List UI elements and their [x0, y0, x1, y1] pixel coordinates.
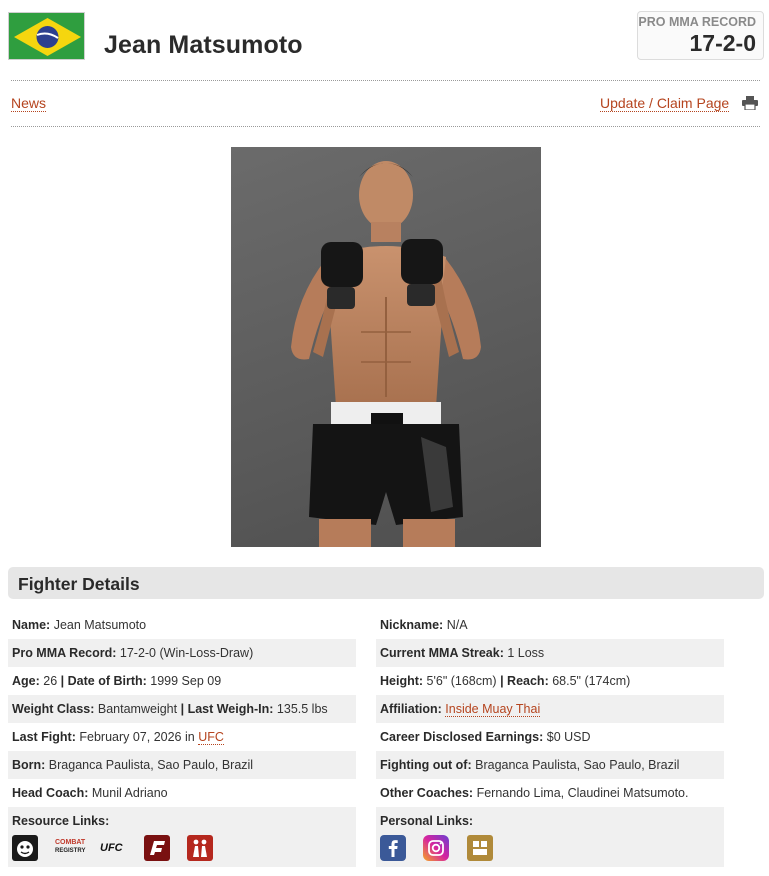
update-claim-link[interactable]: Update / Claim Page	[600, 95, 730, 112]
detail-weight: Weight Class: Bantamweight | Last Weigh-…	[8, 695, 356, 723]
resource-links-label: Resource Links:	[8, 807, 356, 831]
fightmatrix-icon[interactable]	[144, 835, 170, 861]
detail-age-dob: Age: 26 | Date of Birth: 1999 Sep 09	[12, 674, 222, 688]
fighter-name: Jean Matsumoto	[104, 31, 303, 59]
news-link[interactable]: News	[11, 95, 47, 112]
detail-last-fight: Last Fight: February 07, 2026 in UFC	[12, 730, 224, 745]
details-left-column: Name: Jean Matsumoto Pro MMA Record: 17-…	[8, 611, 356, 867]
combat-registry-icon[interactable]: COMBAT REGISTRY	[55, 835, 85, 861]
divider-top	[11, 80, 760, 81]
detail-affiliation: Affiliation: Inside Muay Thai	[376, 695, 724, 723]
detail-born: Born: Braganca Paulista, Sao Paulo, Braz…	[8, 751, 356, 779]
detail-fighting-out-of: Fighting out of: Braganca Paulista, Sao …	[376, 751, 724, 779]
divider-nav	[11, 126, 760, 127]
detail-height-reach: Height: 5'6" (168cm) | Reach: 68.5" (174…	[380, 674, 631, 688]
affiliation-link[interactable]: Inside Muay Thai	[445, 702, 541, 717]
instagram-icon[interactable]	[423, 835, 449, 861]
personal-links-label: Personal Links:	[376, 807, 724, 831]
record-value: 17-2-0	[689, 30, 756, 56]
detail-streak: Current MMA Streak: 1 Loss	[376, 639, 724, 667]
detail-record: Pro MMA Record: 17-2-0 (Win-Loss-Draw)	[8, 639, 356, 667]
personal-links	[376, 831, 724, 867]
detail-name: Name: Jean Matsumoto	[12, 618, 147, 632]
tapology-fighters-icon[interactable]	[187, 835, 213, 861]
detail-earnings: Career Disclosed Earnings: $0 USD	[380, 730, 591, 744]
fighter-header: Jean Matsumoto PRO MMA RECORD 17-2-0	[8, 10, 764, 70]
record-box: PRO MMA RECORD 17-2-0	[637, 11, 764, 60]
tapology-icon[interactable]	[467, 835, 493, 861]
sherdog-icon[interactable]	[12, 835, 38, 861]
brazil-flag-icon	[8, 12, 85, 60]
resource-links: COMBAT REGISTRY UFC	[8, 831, 356, 867]
detail-other-coaches: Other Coaches: Fernando Lima, Claudinei …	[380, 786, 689, 800]
details-right-column: Nickname: N/A Current MMA Streak: 1 Loss…	[376, 611, 724, 867]
detail-nickname: Nickname: N/A	[380, 618, 468, 632]
detail-head-coach: Head Coach: Munil Adriano	[12, 786, 168, 800]
print-icon[interactable]	[742, 96, 758, 111]
ufc-icon[interactable]: UFC	[100, 835, 128, 861]
record-label: PRO MMA RECORD	[638, 15, 756, 29]
fighter-details-heading: Fighter Details	[8, 567, 764, 599]
fighter-photo	[231, 147, 541, 547]
facebook-icon[interactable]	[380, 835, 406, 861]
ufc-link[interactable]: UFC	[198, 730, 224, 745]
